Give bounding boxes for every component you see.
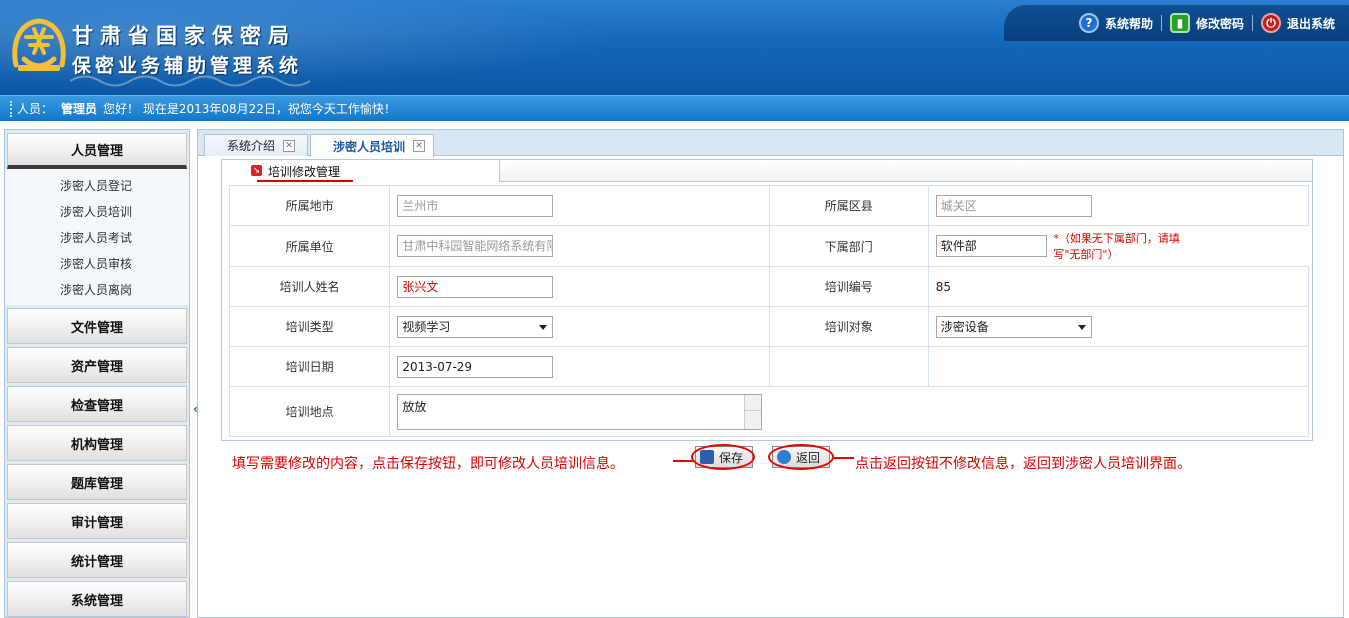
training-edit-form: 所属地市 兰州市 所属区县 城关区 所属单位 甘肃中科园智能网络系统有限公司 下… (228, 185, 1310, 437)
menu-label: 系统管理 (70, 593, 123, 609)
menu-files[interactable]: 文件管理 (7, 308, 187, 344)
empty-cell (927, 346, 1310, 387)
textarea-value: 放放 (402, 399, 427, 414)
department-note: *（如果无下属部门，请填写"无部门"） (1053, 232, 1180, 261)
tab-bar: 系统介绍 ✕ 涉密人员培训 ✕ (198, 130, 1343, 157)
panel-title: 培训修改管理 (268, 164, 341, 179)
menu-question-bank[interactable]: 题库管理 (7, 464, 187, 500)
field-label: 培训地点 (228, 386, 391, 437)
back-hint: 点击返回按钮不修改信息，返回到涉密人员培训界面。 (855, 456, 1191, 472)
field-label: 所属区县 (768, 185, 929, 226)
annotation-oval (691, 444, 755, 470)
panel-header: ↘ 培训修改管理 (222, 160, 1312, 182)
tab-personnel-training[interactable]: 涉密人员培训 ✕ (310, 134, 434, 157)
field-label: 培训对象 (768, 306, 929, 347)
select-value: 涉密设备 (940, 319, 989, 334)
tab-label: 涉密人员培训 (333, 139, 406, 154)
submenu-review[interactable]: 涉密人员审核 (5, 251, 189, 277)
menu-inspection[interactable]: 检查管理 (7, 386, 187, 422)
help-link-label: 系统帮助 (1104, 16, 1153, 31)
chevron-down-icon (539, 324, 548, 330)
textarea-scrollbar[interactable] (744, 394, 762, 429)
training-place-textarea[interactable]: 放放 (397, 393, 763, 430)
app-header: 甘肃省国家保密局 保密业务辅助管理系统 ? 系统帮助 ▮ 修改密码 ⏻ 退出系统 (0, 0, 1349, 95)
logout-label: 退出系统 (1286, 16, 1335, 31)
top-links-bar: ? 系统帮助 ▮ 修改密码 ⏻ 退出系统 (1004, 5, 1349, 41)
close-icon[interactable]: ✕ (413, 140, 426, 152)
field-label: 培训编号 (768, 266, 929, 307)
annotation-arrow (673, 460, 693, 462)
select-value: 视频学习 (402, 319, 451, 334)
menu-assets[interactable]: 资产管理 (7, 347, 187, 383)
main-content: 系统介绍 ✕ 涉密人员培训 ✕ ↘ 培训修改管理 所属地市 兰州市 所属区县 城… (197, 129, 1344, 618)
submenu-training[interactable]: 涉密人员培训 (5, 199, 189, 225)
empty-cell (768, 346, 929, 387)
help-link[interactable]: ? 系统帮助 (1071, 13, 1161, 33)
menu-label: 机构管理 (70, 437, 123, 453)
change-password-label: 修改密码 (1195, 16, 1244, 31)
menu-label: 题库管理 (70, 476, 123, 492)
help-icon: ? (1078, 13, 1099, 33)
panel-title-tab: ↘ 培训修改管理 (222, 160, 500, 182)
title-reflection (70, 75, 310, 87)
menu-label: 文件管理 (70, 320, 123, 336)
unit-field: 甘肃中科园智能网络系统有限公司 (397, 235, 554, 257)
menu-label: 统计管理 (70, 554, 123, 570)
power-icon: ⏻ (1260, 13, 1281, 33)
training-date-field[interactable]: 2013-07-29 (397, 355, 554, 378)
tab-label: 系统介绍 (227, 139, 276, 153)
logo-icon (10, 15, 68, 77)
menu-system[interactable]: 系统管理 (7, 581, 187, 617)
menu-audit[interactable]: 审计管理 (7, 503, 187, 539)
annotation-arrow (834, 457, 854, 459)
field-label: 培训类型 (228, 306, 391, 347)
save-hint: 填写需要修改的内容，点击保存按钮，即可修改人员培训信息。 (232, 456, 624, 472)
trainee-name-field[interactable]: 张兴文 (397, 275, 554, 298)
field-label: 培训人姓名 (228, 266, 391, 307)
status-grip (10, 100, 13, 117)
menu-personnel[interactable]: 人员管理 (7, 133, 187, 169)
menu-label: 审计管理 (70, 515, 123, 531)
status-bar: 人员： 管理员 您好！ 现在是2013年08月22日，祝您今天工作愉快！ (0, 95, 1349, 121)
logout-link[interactable]: ⏻ 退出系统 (1253, 13, 1343, 33)
tab-system-intro[interactable]: 系统介绍 ✕ (204, 134, 308, 156)
chevron-down-icon (1077, 324, 1086, 330)
training-target-select[interactable]: 涉密设备 (935, 315, 1092, 338)
status-prefix: 人员： (17, 102, 54, 116)
field-label: 下属部门 (768, 225, 929, 267)
form-panel: ↘ 培训修改管理 所属地市 兰州市 所属区县 城关区 所属单位 甘肃中科园智能网… (221, 159, 1313, 441)
annotation-underline (257, 180, 353, 182)
personnel-submenu: 涉密人员登记 涉密人员培训 涉密人员考试 涉密人员审核 涉密人员离岗 (5, 169, 189, 305)
department-field[interactable]: 软件部 (935, 235, 1048, 257)
training-type-select[interactable]: 视频学习 (397, 315, 554, 338)
submenu-exam[interactable]: 涉密人员考试 (5, 225, 189, 251)
change-password-link[interactable]: ▮ 修改密码 (1162, 13, 1252, 33)
field-label: 培训日期 (228, 346, 391, 387)
county-field: 城关区 (935, 194, 1092, 217)
city-field: 兰州市 (397, 194, 554, 217)
submenu-registration[interactable]: 涉密人员登记 (5, 173, 189, 199)
annotation-oval (768, 444, 834, 470)
field-label: 所属地市 (228, 185, 391, 226)
close-icon[interactable]: ✕ (283, 139, 296, 152)
arrow-icon: ↘ (251, 165, 262, 176)
menu-statistics[interactable]: 统计管理 (7, 542, 187, 578)
menu-organization[interactable]: 机构管理 (7, 425, 187, 461)
menu-label: 人员管理 (70, 144, 123, 159)
submenu-departure[interactable]: 涉密人员离岗 (5, 277, 189, 303)
status-greeting: 您好！ 现在是2013年08月22日，祝您今天工作愉快！ (103, 102, 396, 116)
menu-label: 资产管理 (70, 359, 123, 375)
lock-icon: ▮ (1169, 13, 1190, 33)
training-code-value: 85 (927, 266, 1310, 307)
field-label: 所属单位 (228, 225, 391, 267)
menu-label: 检查管理 (70, 398, 123, 414)
system-title-line1: 甘肃省国家保密局 (72, 23, 296, 48)
status-user: 管理员 (61, 102, 98, 116)
sidebar: 人员管理 涉密人员登记 涉密人员培训 涉密人员考试 涉密人员审核 涉密人员离岗 … (4, 129, 190, 618)
